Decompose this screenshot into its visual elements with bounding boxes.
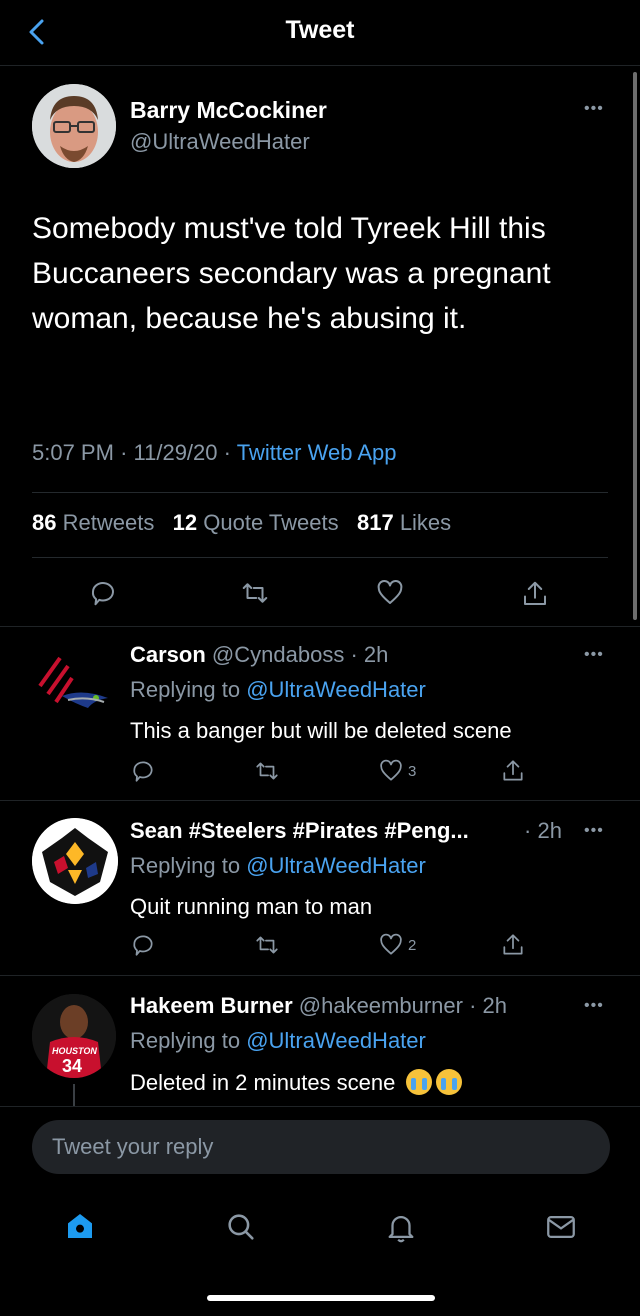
heart-icon bbox=[380, 933, 402, 955]
divider bbox=[0, 626, 640, 627]
retweet-button[interactable] bbox=[254, 932, 280, 958]
reply-button[interactable] bbox=[130, 932, 156, 958]
divider bbox=[0, 975, 640, 976]
tab-bar bbox=[0, 1196, 640, 1256]
divider bbox=[32, 557, 608, 558]
reply-header: Carson @Cyndaboss · 2h bbox=[130, 642, 389, 667]
reply-author-handle[interactable]: @Cyndaboss bbox=[212, 642, 344, 667]
reply-time: 2h bbox=[363, 642, 389, 667]
page-title: Tweet bbox=[285, 16, 355, 44]
retweet-button[interactable] bbox=[240, 578, 270, 608]
heart-icon bbox=[380, 759, 402, 781]
divider bbox=[32, 492, 608, 493]
reply-author-name[interactable]: Carson bbox=[130, 642, 206, 667]
reply-author-handle[interactable]: @hakeemburner bbox=[299, 993, 463, 1018]
home-icon[interactable] bbox=[64, 1210, 96, 1242]
crying-face-icon bbox=[435, 1069, 462, 1095]
reply-author-avatar[interactable]: HOUSTON 34 bbox=[32, 994, 116, 1078]
like-button[interactable]: 3 bbox=[378, 758, 416, 784]
reply-icon bbox=[91, 582, 114, 606]
messages-icon[interactable] bbox=[544, 1210, 578, 1244]
thread-line bbox=[73, 1084, 75, 1106]
tweet-time: 5:07 PM bbox=[32, 440, 114, 465]
likes-stat[interactable]: 817 Likes bbox=[357, 510, 451, 535]
main-author-handle[interactable]: @UltraWeedHater bbox=[130, 129, 310, 155]
tweet-meta: 5:07 PM · 11/29/20 · Twitter Web App bbox=[32, 440, 397, 465]
top-bar: Tweet bbox=[0, 0, 640, 66]
replying-to-handle[interactable]: @UltraWeedHater bbox=[246, 677, 426, 702]
tweet-text: Somebody must've told Tyreek Hill this B… bbox=[32, 212, 551, 335]
main-author-avatar[interactable] bbox=[32, 84, 116, 168]
share-button[interactable] bbox=[500, 932, 526, 958]
heart-icon bbox=[377, 580, 403, 604]
like-button[interactable] bbox=[374, 578, 406, 608]
more-options-icon[interactable]: ••• bbox=[584, 646, 604, 664]
tweet-date: 11/29/20 bbox=[133, 440, 218, 465]
like-count: 3 bbox=[408, 762, 417, 780]
reply-text: Quit running man to man bbox=[130, 894, 373, 919]
reply-button[interactable] bbox=[88, 578, 118, 608]
replying-to: Replying to @UltraWeedHater bbox=[130, 677, 426, 702]
reply-text: Deleted in 2 minutes scene bbox=[130, 1069, 462, 1096]
share-icon bbox=[503, 760, 523, 781]
reply-time: 2h bbox=[482, 993, 508, 1018]
divider bbox=[0, 800, 640, 801]
reply-icon bbox=[133, 935, 153, 956]
divider bbox=[0, 1106, 640, 1107]
reply-author-name[interactable]: Hakeem Burner bbox=[130, 993, 293, 1018]
share-button[interactable] bbox=[520, 578, 550, 610]
share-icon bbox=[524, 581, 546, 605]
like-button[interactable]: 2 bbox=[378, 932, 416, 958]
quote-tweets-stat[interactable]: 12 Quote Tweets bbox=[173, 510, 339, 535]
reply-text: This a banger but will be deleted scene bbox=[130, 718, 512, 743]
home-indicator bbox=[207, 1295, 435, 1301]
tweet-source[interactable]: Twitter Web App bbox=[237, 440, 397, 465]
retweet-button[interactable] bbox=[254, 758, 280, 784]
more-options-icon[interactable]: ••• bbox=[584, 822, 604, 840]
search-icon[interactable] bbox=[224, 1210, 258, 1244]
retweet-icon bbox=[256, 762, 278, 780]
tweet-stats: 86 Retweets 12 Quote Tweets 817 Likes bbox=[32, 510, 451, 536]
avatar-jersey-number: 34 bbox=[62, 1056, 82, 1076]
reply-header: Sean #Steelers #Pirates #Peng... bbox=[130, 818, 469, 844]
reply-time: 2h bbox=[537, 818, 562, 843]
reply-author-avatar[interactable] bbox=[32, 818, 118, 904]
replying-to: Replying to @UltraWeedHater bbox=[130, 1028, 426, 1053]
reply-icon bbox=[133, 761, 153, 782]
reply-input-placeholder: Tweet your reply bbox=[52, 1134, 214, 1159]
more-options-icon[interactable]: ••• bbox=[584, 100, 604, 118]
main-author-name[interactable]: Barry McCockiner bbox=[130, 97, 327, 124]
replying-to: Replying to @UltraWeedHater bbox=[130, 853, 426, 878]
more-options-icon[interactable]: ••• bbox=[584, 997, 604, 1015]
like-count: 2 bbox=[408, 936, 417, 954]
scrollbar[interactable] bbox=[633, 72, 637, 620]
reply-input[interactable]: Tweet your reply bbox=[32, 1120, 610, 1174]
replying-to-handle[interactable]: @UltraWeedHater bbox=[246, 1028, 426, 1053]
reply-header: Hakeem Burner @hakeemburner · 2h bbox=[130, 993, 508, 1018]
retweets-stat[interactable]: 86 Retweets bbox=[32, 510, 154, 535]
retweet-icon bbox=[256, 936, 278, 954]
notifications-icon[interactable] bbox=[384, 1210, 418, 1244]
retweet-icon bbox=[242, 583, 268, 603]
reply-author-avatar[interactable] bbox=[32, 646, 116, 730]
avatar-jersey-text: HOUSTON bbox=[52, 1046, 97, 1056]
reply-button[interactable] bbox=[130, 758, 156, 784]
reply-author-name[interactable]: Sean #Steelers #Pirates #Peng... bbox=[130, 818, 469, 843]
reply-time-wrap: · 2h bbox=[524, 818, 562, 843]
share-icon bbox=[503, 934, 523, 955]
share-button[interactable] bbox=[500, 758, 526, 784]
crying-face-icon bbox=[405, 1069, 432, 1095]
replying-to-handle[interactable]: @UltraWeedHater bbox=[246, 853, 426, 878]
